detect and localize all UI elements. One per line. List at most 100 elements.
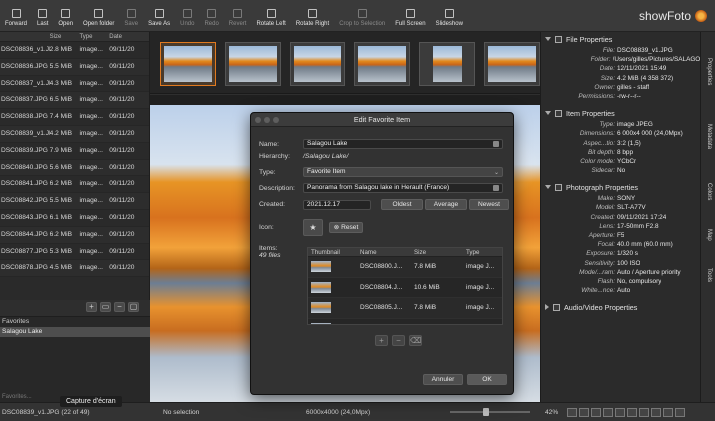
table-row[interactable]: DSC08800.J... 7.8 MiB image J...: [308, 257, 502, 278]
thumbnail[interactable]: [484, 42, 540, 86]
table-row[interactable]: DSC08841.JPG 6.2 MiB image... 09/11/20: [0, 176, 149, 194]
tab-colors[interactable]: Colors: [701, 172, 715, 212]
table-row[interactable]: DSC08839_v1.JPG4.2 MiB image... 09/11/20: [0, 125, 149, 143]
column-type[interactable]: Type: [79, 32, 109, 41]
forward-button[interactable]: Forward: [0, 0, 32, 31]
created-date-input[interactable]: 2021.12.17: [303, 199, 371, 210]
folder-button[interactable]: ▭: [100, 302, 111, 312]
clear-items-button[interactable]: ⌫: [409, 335, 422, 346]
table-row[interactable]: DSC08838.JPG 7.4 MiB image... 09/11/20: [0, 109, 149, 126]
last-button[interactable]: Last: [32, 0, 53, 31]
table-row[interactable]: DSC08877.JPG 5.3 MiB image... 09/11/20: [0, 244, 149, 261]
favorites-search-input[interactable]: Favorites...: [2, 394, 32, 400]
tab-map[interactable]: Map: [701, 220, 715, 250]
remove-file-button[interactable]: −: [114, 302, 125, 312]
rotate-left-button[interactable]: Rotate Left: [251, 0, 290, 31]
column-size[interactable]: Size: [50, 32, 80, 41]
add-file-button[interactable]: +: [86, 302, 97, 312]
table-row[interactable]: DSC08836.JPG 5.5 MiB image... 09/11/20: [0, 58, 149, 76]
average-button[interactable]: Average: [425, 199, 467, 210]
av-properties-header[interactable]: Audio/Video Properties: [541, 300, 700, 314]
rotate-right-button[interactable]: Rotate Right: [291, 0, 334, 31]
table-row[interactable]: DSC08836_v1.JPG2.8 MiB image... 09/11/20: [0, 42, 149, 59]
add-item-button[interactable]: +: [375, 335, 388, 346]
slideshow-button[interactable]: Slideshow: [431, 0, 468, 31]
type-label: Type:: [259, 168, 276, 176]
thumbnail[interactable]: [224, 42, 281, 86]
tab-metadata[interactable]: Metadata: [701, 112, 715, 162]
save-button[interactable]: Save: [119, 0, 143, 31]
revert-button[interactable]: Revert: [224, 0, 252, 31]
open-folder-button[interactable]: Open folder: [78, 0, 119, 31]
table-row[interactable]: DSC08837.JPG 6.5 MiB image... 09/11/20: [0, 92, 149, 110]
view-icon[interactable]: [567, 408, 577, 417]
zoom-slider[interactable]: [450, 408, 530, 416]
zoom-slider-handle[interactable]: [483, 408, 489, 416]
tab-tools[interactable]: Tools: [701, 258, 715, 292]
view-icon[interactable]: [627, 408, 637, 417]
view-icon[interactable]: [639, 408, 649, 417]
file-properties-header[interactable]: File Properties: [541, 32, 700, 46]
undo-button[interactable]: Undo: [175, 0, 199, 31]
clear-icon[interactable]: [493, 185, 499, 191]
column-date[interactable]: Date: [109, 32, 149, 41]
table-row[interactable]: DSC08842.JPG 5.5 MiB image... 09/11/20: [0, 193, 149, 210]
type-select[interactable]: Favorite Item ⌄: [303, 167, 503, 177]
table-row[interactable]: DSC08839.JPG 7.9 MiB image... 09/11/20: [0, 143, 149, 160]
dialog-titlebar[interactable]: Edit Favorite Item: [251, 113, 513, 127]
column-name[interactable]: Name: [360, 248, 414, 256]
thumbnail[interactable]: [289, 42, 346, 86]
item-properties-header[interactable]: Item Properties: [541, 106, 700, 120]
save-as-button[interactable]: Save As: [143, 0, 175, 31]
thumbnail[interactable]: [419, 42, 476, 86]
showfoto-window: Forward Last Open Open folder Save Save …: [0, 0, 715, 421]
table-row[interactable]: DSC08806.J...7.1 MiBimage J...: [308, 319, 502, 324]
property-key: Dimensions:: [579, 130, 615, 138]
table-row[interactable]: DSC08843.JPG 6.1 MiB image... 09/11/20: [0, 210, 149, 227]
favorites-header: Favorites: [2, 318, 30, 325]
view-icon[interactable]: [603, 408, 613, 417]
thumbnail[interactable]: [354, 42, 411, 86]
description-input[interactable]: Panorama from Salagou lake in Herault (F…: [303, 183, 503, 193]
clear-icon[interactable]: [493, 141, 499, 147]
property-key: File:: [602, 47, 615, 54]
reset-icon-button[interactable]: ⊗ Reset: [329, 222, 363, 233]
zoom-level[interactable]: 42%: [545, 403, 558, 421]
view-icon[interactable]: [651, 408, 661, 417]
info-icon[interactable]: [663, 408, 673, 417]
view-icon[interactable]: [591, 408, 601, 417]
star-icon[interactable]: ★: [303, 219, 323, 236]
thumbnail[interactable]: [160, 42, 216, 86]
newest-button[interactable]: Newest: [469, 199, 509, 210]
redo-button[interactable]: Redo: [199, 0, 223, 31]
full-screen-button[interactable]: Full Screen: [390, 0, 430, 31]
table-row[interactable]: DSC08837_v1.JPG4.3 MiB image... 09/11/20: [0, 76, 149, 93]
table-row[interactable]: DSC08878.JPG 4.5 MiB image... 09/11/20: [0, 260, 149, 278]
column-size[interactable]: Size: [414, 248, 466, 256]
view-icon[interactable]: [579, 408, 589, 417]
table-row[interactable]: DSC08844.JPG 6.2 MiB image... 09/11/20: [0, 226, 149, 244]
column-thumbnail[interactable]: Thumbnail: [308, 248, 360, 256]
crop-button[interactable]: Crop to Selection: [334, 0, 390, 31]
name-input[interactable]: Salagou Lake: [303, 139, 503, 149]
cancel-button[interactable]: Annuler: [423, 374, 463, 385]
property-row: White...nce: Auto: [541, 286, 700, 295]
column-type[interactable]: Type: [466, 248, 502, 256]
items-buttons: + − ⌫: [375, 335, 422, 346]
file-list-buttons: + ▭ − ▢: [86, 302, 139, 312]
description-label: Description:: [259, 184, 295, 192]
tab-properties[interactable]: Properties: [701, 40, 715, 104]
photograph-properties-header[interactable]: Photograph Properties: [541, 180, 700, 194]
view-icon[interactable]: [615, 408, 625, 417]
open-file-button[interactable]: ▢: [128, 302, 139, 312]
remove-item-button[interactable]: −: [392, 335, 405, 346]
settings-icon[interactable]: [675, 408, 685, 417]
favorite-item-salagou-lake[interactable]: Salagou Lake: [0, 327, 150, 337]
ok-button[interactable]: OK: [467, 374, 507, 385]
file-date: 09/11/20: [109, 247, 135, 255]
open-button[interactable]: Open: [53, 0, 78, 31]
oldest-button[interactable]: Oldest: [381, 199, 423, 210]
table-row[interactable]: DSC08804.J... 10.6 MiB image J...: [308, 278, 502, 298]
table-row[interactable]: DSC08805.J... 7.8 MiB image J...: [308, 298, 502, 319]
table-row[interactable]: DSC08840.JPG 5.6 MiB image... 09/11/20: [0, 159, 149, 177]
